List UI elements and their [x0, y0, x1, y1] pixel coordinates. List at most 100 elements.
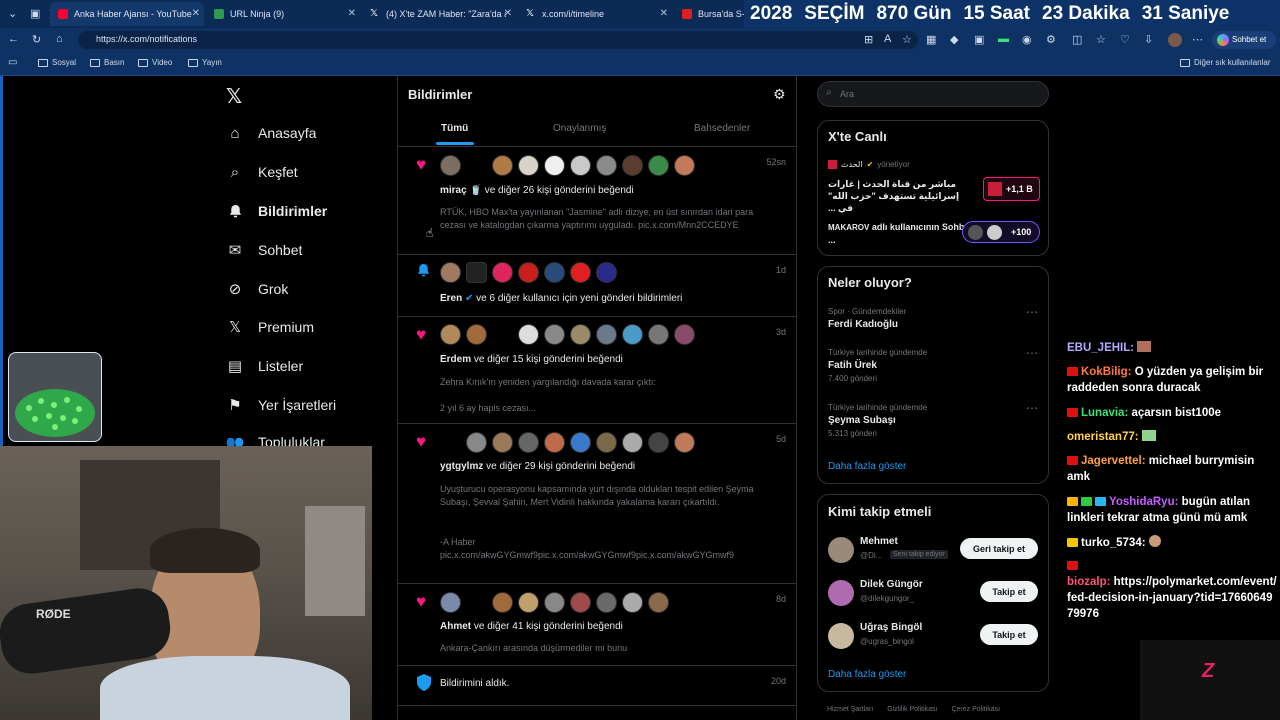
avatar[interactable] — [570, 324, 591, 345]
avatar[interactable] — [674, 432, 695, 453]
notification-item[interactable]: 20d Bildirimini aldık. — [398, 666, 796, 706]
avatar[interactable] — [828, 623, 854, 649]
user-name[interactable]: Erdem — [440, 354, 471, 365]
tab-youtube[interactable]: Anka Haber Ajansı - YouTube ✕ — [50, 2, 204, 26]
avatar[interactable] — [648, 432, 669, 453]
bookmark-folder-basin[interactable]: Basın — [90, 58, 124, 67]
trend-item[interactable]: Spor · Gündemdekiler Ferdi Kadıoğlu — [828, 307, 906, 330]
avatar[interactable] — [570, 592, 591, 613]
more-options-icon[interactable]: ⋯ — [1026, 401, 1038, 415]
follow-back-button[interactable]: Geri takip et — [960, 538, 1038, 559]
extension-icon[interactable]: ◆ — [950, 33, 958, 46]
copilot-chat-button[interactable]: Sohbet et — [1212, 31, 1276, 49]
nav-item-grok[interactable]: ⊘ Grok — [226, 280, 289, 298]
downloads-icon[interactable]: ⇩ — [1144, 33, 1153, 46]
avatar[interactable] — [492, 432, 513, 453]
avatar[interactable] — [828, 537, 854, 563]
cookie-policy-link[interactable]: Çerez Politikası — [951, 706, 1000, 713]
avatar[interactable] — [466, 592, 487, 613]
browser-essentials-icon[interactable]: ♡ — [1120, 33, 1130, 46]
avatar[interactable] — [674, 155, 695, 176]
nav-item-home[interactable]: ⌂ Anasayfa — [226, 124, 316, 142]
avatar[interactable] — [648, 324, 669, 345]
avatar[interactable] — [518, 324, 539, 345]
avatar[interactable] — [596, 262, 617, 283]
search-input[interactable]: ⌕ Ara — [817, 81, 1049, 107]
avatar[interactable] — [440, 155, 461, 176]
url-input[interactable]: https://x.com/notifications — [78, 31, 918, 49]
avatar[interactable] — [828, 580, 854, 606]
notification-item[interactable]: ♥ 5d ygtgylmz ve diğer 29 kişi gönderini… — [398, 424, 796, 584]
trend-item[interactable]: Türkiye tarihinde gündemde Fatih Ürek 7.… — [828, 348, 927, 383]
avatar[interactable] — [440, 324, 461, 345]
live-space-title[interactable]: MAKAROV adlı kullanıcının Sohbet ... — [828, 221, 978, 246]
avatar[interactable] — [622, 592, 643, 613]
avatar[interactable] — [492, 155, 513, 176]
avatar[interactable] — [596, 324, 617, 345]
more-menu-icon[interactable]: ⋯ — [1192, 33, 1203, 46]
bookmark-folder-video[interactable]: Video — [138, 58, 172, 67]
avatar[interactable] — [492, 324, 513, 345]
reader-icon[interactable]: ⊞ — [864, 33, 873, 46]
avatar[interactable] — [596, 432, 617, 453]
close-icon[interactable]: ✕ — [192, 8, 200, 19]
terms-link[interactable]: Hizmet Şartları — [827, 706, 873, 713]
space-listeners-badge[interactable]: +100 — [962, 221, 1040, 243]
avatar[interactable] — [622, 155, 643, 176]
tab-all[interactable]: Tümü — [441, 123, 468, 134]
notification-item[interactable]: 1d Eren ✔ ve 6 diğer kullanıcı için yeni… — [398, 255, 796, 317]
extension-icon[interactable]: ▣ — [974, 33, 984, 46]
avatar[interactable] — [518, 592, 539, 613]
avatar[interactable] — [570, 432, 591, 453]
trend-item[interactable]: Türkiye tarihinde gündemde Şeyma Subaşı … — [828, 403, 927, 438]
split-screen-icon[interactable]: ◫ — [1072, 33, 1082, 46]
profile-avatar[interactable] — [1168, 33, 1182, 47]
avatar[interactable] — [622, 432, 643, 453]
avatar[interactable] — [492, 592, 513, 613]
reload-icon[interactable]: ↻ — [32, 33, 41, 46]
tab-timeline[interactable]: 𝕏 x.com/i/timeline ✕ — [518, 2, 672, 26]
avatar[interactable] — [622, 324, 643, 345]
notification-item[interactable]: ♥ 52sn miraç 🥤 ve diğer 26 kişi gönderin… — [398, 147, 796, 255]
translate-icon[interactable]: A — [884, 33, 891, 45]
nav-item-communities[interactable]: 👥 Topluluklar — [226, 434, 325, 446]
close-icon[interactable]: ✕ — [504, 8, 512, 19]
avatar[interactable] — [466, 432, 487, 453]
nav-item-lists[interactable]: ▤ Listeler — [226, 357, 303, 375]
avatar[interactable] — [544, 155, 565, 176]
avatar[interactable] — [440, 592, 461, 613]
bookmark-folder-yayin[interactable]: Yayın — [188, 58, 222, 67]
avatar[interactable] — [544, 324, 565, 345]
extension-icon[interactable]: ⚙ — [1046, 33, 1056, 46]
extension-icon[interactable]: ▬ — [998, 33, 1009, 45]
home-icon[interactable]: ⌂ — [56, 33, 63, 45]
user-name[interactable]: miraç — [440, 185, 467, 196]
avatar[interactable] — [466, 262, 487, 283]
avatar[interactable] — [466, 324, 487, 345]
user-name[interactable]: Ahmet — [440, 621, 471, 632]
show-more-link[interactable]: Daha fazla göster — [828, 669, 906, 680]
bookmarks-menu-icon[interactable]: ▭ — [8, 57, 17, 68]
privacy-link[interactable]: Gizlilik Politikası — [887, 706, 937, 713]
tab-mentions[interactable]: Bahsedenler — [694, 123, 750, 134]
avatar[interactable] — [674, 324, 695, 345]
more-options-icon[interactable]: ⋯ — [1026, 305, 1038, 319]
avatar[interactable] — [544, 432, 565, 453]
avatar[interactable] — [596, 155, 617, 176]
avatar[interactable] — [518, 432, 539, 453]
live-title[interactable]: مباشر من قناة الحدث | غارات إسرائيلية تس… — [828, 178, 970, 214]
follow-button[interactable]: Takip et — [980, 624, 1038, 645]
extension-icon[interactable]: ▦ — [926, 33, 936, 46]
nav-item-premium[interactable]: 𝕏 Premium — [226, 318, 314, 336]
avatar[interactable] — [466, 155, 487, 176]
avatar[interactable] — [518, 155, 539, 176]
avatar[interactable] — [648, 155, 669, 176]
notification-item[interactable]: ♥ 8d Ahmet ve diğer 41 kişi gönderini be… — [398, 584, 796, 666]
notification-item[interactable]: ♥ 3d Erdem ve diğer 15 kişi gönderini be… — [398, 317, 796, 424]
close-icon[interactable]: ✕ — [348, 8, 356, 19]
back-icon[interactable]: ← — [8, 33, 19, 45]
avatar[interactable] — [518, 262, 539, 283]
avatar[interactable] — [596, 592, 617, 613]
close-icon[interactable]: ✕ — [660, 8, 668, 19]
avatar[interactable] — [544, 262, 565, 283]
